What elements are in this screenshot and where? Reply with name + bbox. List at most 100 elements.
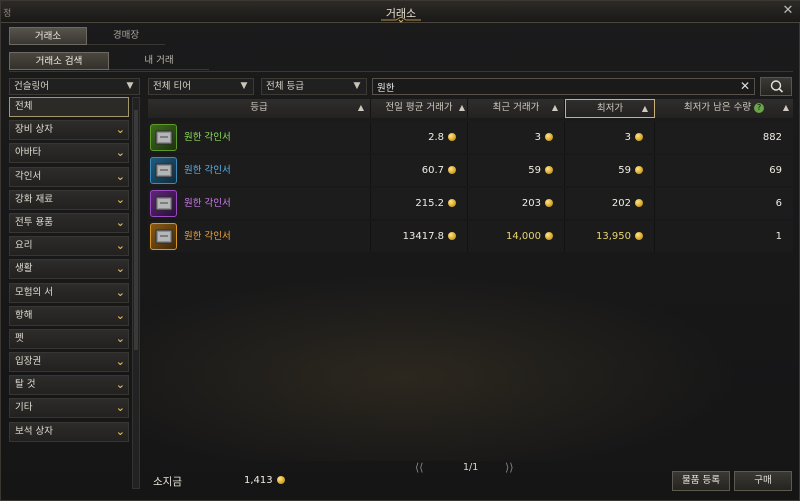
category-engraving-books[interactable]: 각인서 ⌄ xyxy=(9,166,129,187)
item-name: 원한 각인서 xyxy=(184,165,231,176)
category-sailing[interactable]: 항해 ⌄ xyxy=(9,305,129,326)
header-avg-price-label: 전일 평균 거래가 xyxy=(385,102,453,113)
category-all[interactable]: 전체 xyxy=(9,97,129,117)
category-equipment-box[interactable]: 장비 상자 ⌄ xyxy=(9,120,129,141)
header-lowest-price[interactable]: 최저가 ▲ xyxy=(565,99,655,118)
lowest-price-value: 13,950 xyxy=(596,231,631,242)
category-gem-box[interactable]: 보석 상자 ⌄ xyxy=(9,421,129,442)
category-label: 탈 것 xyxy=(15,379,36,391)
lowest-price-value: 3 xyxy=(624,132,631,143)
tab-exchange-search[interactable]: 거래소 검색 xyxy=(9,52,109,70)
category-label: 기타 xyxy=(15,402,33,414)
category-label: 요리 xyxy=(15,240,33,252)
category-etc[interactable]: 기타 ⌄ xyxy=(9,398,129,419)
category-label: 아바타 xyxy=(15,147,42,159)
gold-coin-icon xyxy=(635,199,643,207)
header-grade[interactable]: 등급 ▲ xyxy=(148,99,371,118)
sort-arrow-icon: ▲ xyxy=(458,103,465,112)
header-grade-label: 등급 xyxy=(250,102,268,113)
category-pet[interactable]: 펫 ⌄ xyxy=(9,328,129,349)
recent-price-value: 59 xyxy=(528,165,541,176)
header-avg-price[interactable]: 전일 평균 거래가 ▲ xyxy=(371,99,468,118)
gold-coin-icon xyxy=(545,166,553,174)
tier-select-value: 전체 티어 xyxy=(153,81,191,92)
category-scrollbar[interactable] xyxy=(132,97,140,489)
page-indicator: 1/1 xyxy=(463,462,479,473)
avg-price-cell: 215.2 xyxy=(371,188,468,219)
category-label: 펫 xyxy=(15,332,24,344)
close-icon[interactable]: ✕ xyxy=(781,4,795,18)
recent-price-cell: 14,000 xyxy=(468,221,565,252)
gold-coin-icon xyxy=(545,232,553,240)
gold-coin-icon xyxy=(448,133,456,141)
category-label: 입장권 xyxy=(15,356,42,368)
sub-tabs: 거래소 검색 내 거래 xyxy=(9,52,209,70)
title-ornament-icon xyxy=(381,17,421,23)
register-item-button[interactable]: 물품 등록 xyxy=(672,471,730,491)
table-row[interactable]: 원한 각인서 2.8 3 3 882 xyxy=(148,122,793,153)
qty-value: 6 xyxy=(775,198,782,209)
category-battle-items[interactable]: 전투 용품 ⌄ xyxy=(9,212,129,233)
help-icon[interactable]: ? xyxy=(754,102,765,113)
qty-cell: 882 xyxy=(655,122,793,153)
engraving-book-icon xyxy=(150,157,177,184)
avg-price-value: 13417.8 xyxy=(402,231,444,242)
gold-coin-icon xyxy=(448,232,456,240)
tabs-divider xyxy=(9,71,793,72)
gold-coin-icon xyxy=(545,199,553,207)
tab-my-trades[interactable]: 내 거래 xyxy=(109,52,209,70)
lowest-price-cell: 202 xyxy=(565,188,655,219)
tier-select[interactable]: 전체 티어 ▼ xyxy=(148,78,254,95)
recent-price-value: 3 xyxy=(534,132,541,143)
category-mount[interactable]: 탈 것 ⌄ xyxy=(9,375,129,396)
title-bar: 정 거래소 ✕ xyxy=(1,1,800,23)
buy-button[interactable]: 구매 xyxy=(734,471,792,491)
scrollbar-thumb[interactable] xyxy=(134,110,138,350)
header-recent-price[interactable]: 최근 거래가 ▲ xyxy=(468,99,565,118)
tab-exchange[interactable]: 거래소 xyxy=(9,27,87,45)
sort-arrow-icon: ▲ xyxy=(551,103,558,112)
prev-page-icon[interactable]: ⟨⟨ xyxy=(415,461,424,474)
item-cell: 원한 각인서 xyxy=(148,122,371,153)
category-avatar[interactable]: 아바타 ⌄ xyxy=(9,143,129,164)
engraving-book-icon xyxy=(150,124,177,151)
gold-coin-icon xyxy=(448,166,456,174)
pagination: ⟨⟨ 1/1 ⟩⟩ xyxy=(411,461,531,475)
class-select[interactable]: 건슬링어 ▼ xyxy=(9,78,140,95)
gold-amount: 1,413 xyxy=(244,475,285,486)
table-row[interactable]: 원한 각인서 215.2 203 202 6 xyxy=(148,188,793,219)
gold-coin-icon xyxy=(635,133,643,141)
search-button[interactable] xyxy=(760,77,792,96)
chevron-down-icon: ⌄ xyxy=(115,285,125,299)
header-recent-price-label: 최근 거래가 xyxy=(492,102,540,113)
next-page-icon[interactable]: ⟩⟩ xyxy=(505,461,514,474)
table-row[interactable]: 원한 각인서 60.7 59 59 69 xyxy=(148,155,793,186)
category-label: 각인서 xyxy=(15,170,42,182)
category-upgrade-materials[interactable]: 강화 재료 ⌄ xyxy=(9,189,129,210)
category-label: 보석 상자 xyxy=(15,425,53,437)
qty-value: 1 xyxy=(775,231,782,242)
category-ticket[interactable]: 입장권 ⌄ xyxy=(9,352,129,373)
grade-select[interactable]: 전체 등급 ▼ xyxy=(261,78,367,95)
header-lowest-qty[interactable]: 최저가 남은 수량? ▲ xyxy=(655,99,793,118)
chevron-down-icon: ⌄ xyxy=(115,215,125,229)
chevron-down-icon: ⌄ xyxy=(115,331,125,345)
tab-auction[interactable]: 경매장 xyxy=(87,27,165,45)
category-label: 장비 상자 xyxy=(15,124,53,136)
main-tabs: 거래소 경매장 xyxy=(9,27,165,45)
header-lowest-qty-label: 최저가 남은 수량 xyxy=(683,102,752,113)
search-input[interactable] xyxy=(373,79,723,94)
table-row[interactable]: 원한 각인서 13417.8 14,000 13,950 1 xyxy=(148,221,793,252)
recent-price-cell: 59 xyxy=(468,155,565,186)
gold-coin-icon xyxy=(635,166,643,174)
clear-icon[interactable]: ✕ xyxy=(740,79,750,94)
lowest-price-cell: 13,950 xyxy=(565,221,655,252)
sort-arrow-icon: ▲ xyxy=(357,103,364,112)
chevron-down-icon: ▼ xyxy=(240,81,248,91)
chevron-down-icon: ⌄ xyxy=(115,123,125,137)
recent-price-value: 203 xyxy=(521,198,541,209)
chevron-down-icon: ⌄ xyxy=(115,355,125,369)
category-life[interactable]: 생활 ⌄ xyxy=(9,259,129,280)
category-cooking[interactable]: 요리 ⌄ xyxy=(9,236,129,257)
category-adventure-book[interactable]: 모험의 서 ⌄ xyxy=(9,282,129,303)
